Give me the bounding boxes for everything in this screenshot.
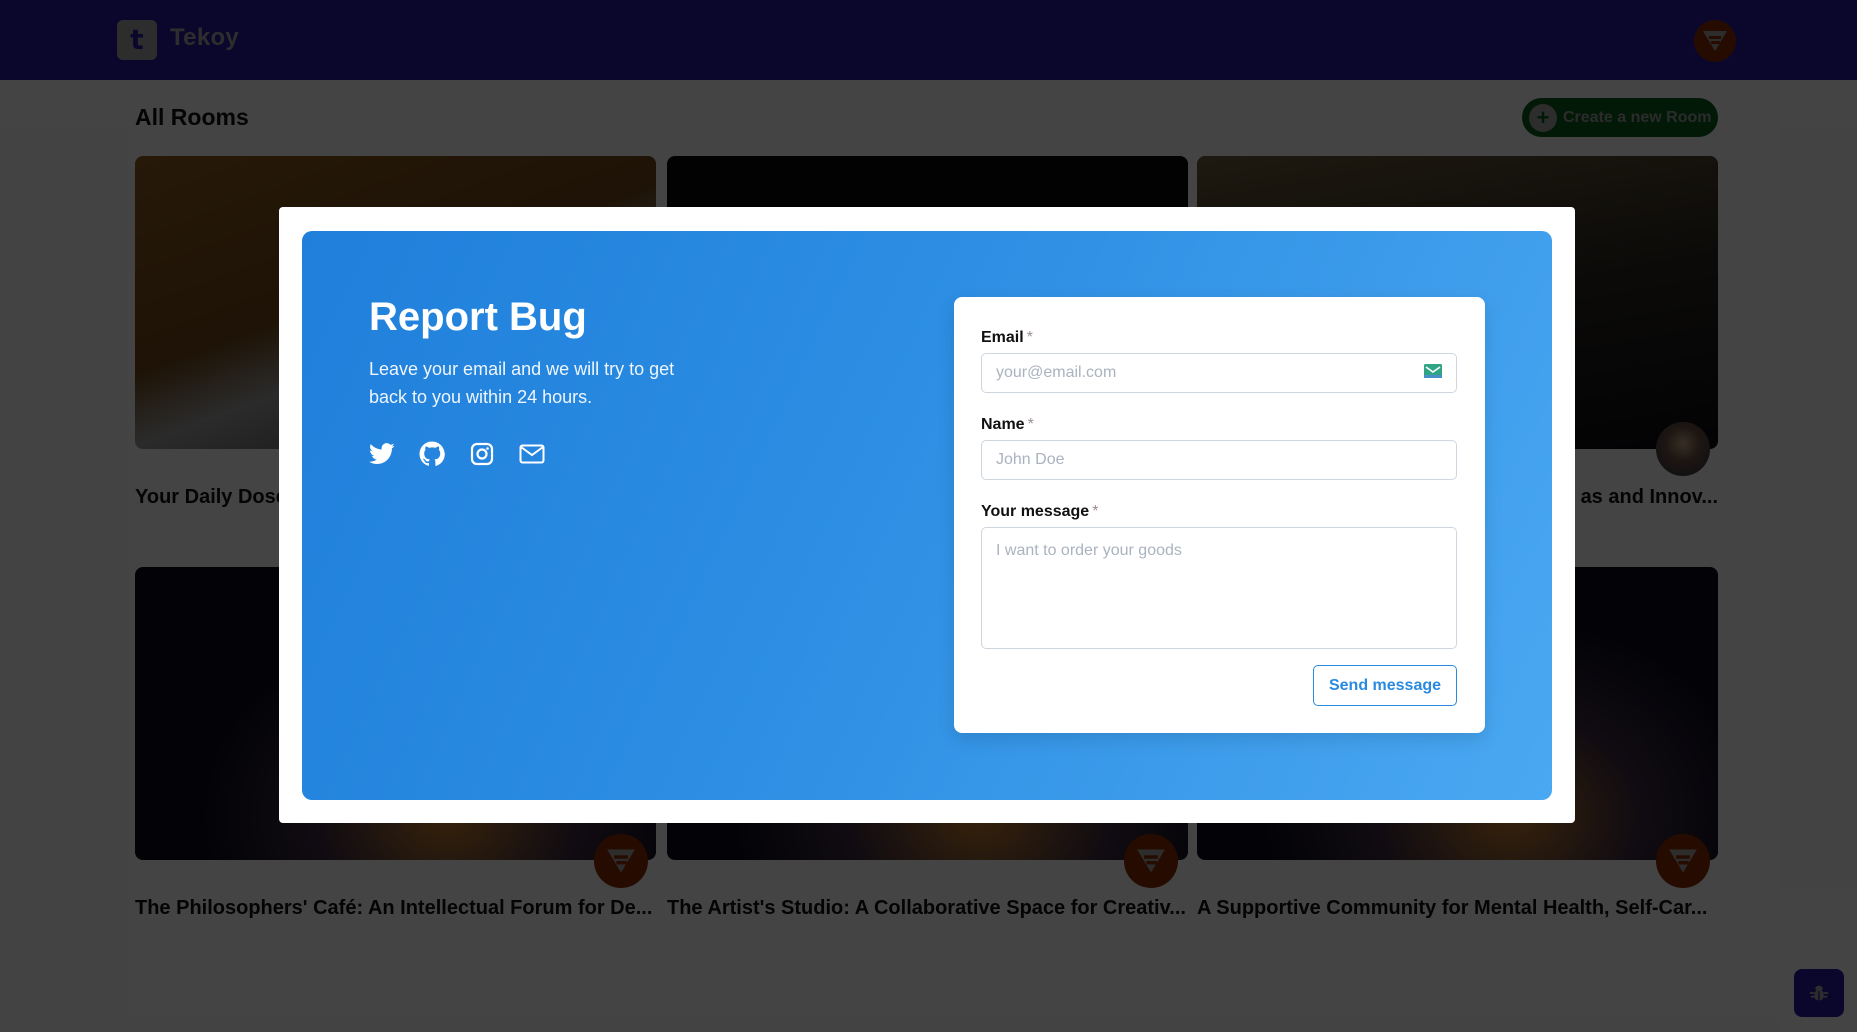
- modal-title: Report Bug: [369, 295, 587, 339]
- report-bug-modal: Report Bug Leave your email and we will …: [279, 207, 1575, 823]
- bug-report-form: Email* Name* Your message* Send message: [954, 297, 1485, 733]
- email-autofill-icon[interactable]: [1424, 364, 1442, 378]
- instagram-icon[interactable]: [469, 441, 495, 467]
- name-label: Name *: [981, 416, 1034, 433]
- message-textarea[interactable]: [981, 527, 1457, 649]
- name-field[interactable]: [981, 440, 1457, 480]
- twitter-icon[interactable]: [369, 441, 395, 467]
- report-bug-panel: Report Bug Leave your email and we will …: [302, 231, 1552, 800]
- modal-description: Leave your email and we will try to get …: [369, 359, 675, 407]
- social-links: [369, 441, 545, 467]
- message-label: Your message *: [981, 503, 1099, 520]
- mail-icon[interactable]: [519, 441, 545, 467]
- email-field[interactable]: [981, 353, 1457, 393]
- email-label: Email *: [981, 329, 1033, 346]
- github-icon[interactable]: [419, 441, 445, 467]
- send-message-button[interactable]: Send message: [1313, 665, 1457, 706]
